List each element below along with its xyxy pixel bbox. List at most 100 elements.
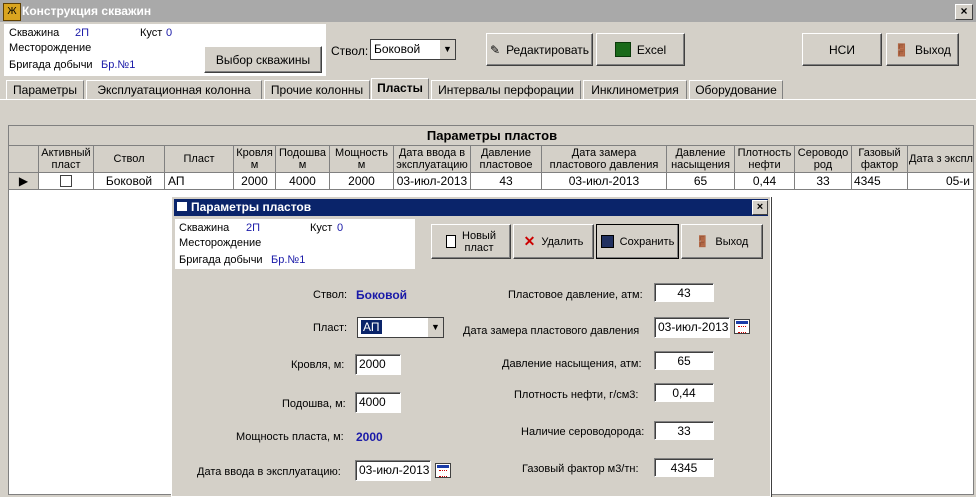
tab-equipment[interactable]: Оборудование [689,80,783,99]
edit-button[interactable]: ✎ Редактировать [486,33,593,66]
table-cell[interactable]: Боковой [94,173,165,190]
dialog-well-value: 2П [246,222,261,234]
tab-label: Пласты [377,81,423,95]
excel-button[interactable]: Excel [596,33,685,66]
saturation-input[interactable]: 65 [654,351,714,370]
table-cell[interactable]: 2000 [330,173,394,190]
exit-button-label: Выход [915,42,951,57]
dialog-cluster-value: 0 [337,222,344,234]
tab-inclinometry[interactable]: Инклинометрия [583,80,687,99]
new-layer-button-label: Новый пласт [462,229,496,254]
pressure-input[interactable]: 43 [654,283,714,302]
density-input[interactable]: 0,44 [654,383,714,402]
chevron-down-icon[interactable]: ▼ [439,40,455,59]
grid-indicator-header [9,146,39,173]
commission-date-input[interactable]: 03-июл-2013 [355,460,431,481]
dialog-close-button[interactable]: × [752,200,768,215]
tab-production-casing[interactable]: Эксплуатационная колонна [86,80,262,99]
dialog-brigade-value: Бр.№1 [271,254,306,266]
tab-label: Параметры [13,83,77,97]
table-cell[interactable]: 4000 [276,173,330,190]
tab-label: Оборудование [695,83,777,97]
well-value: 2П [75,27,90,39]
table-cell[interactable]: 2000 [234,173,276,190]
tab-parameters[interactable]: Параметры [6,80,84,99]
new-document-icon [446,235,457,248]
layer-select[interactable]: АП ▼ [357,317,444,338]
tab-layers[interactable]: Пласты [371,78,429,100]
column-header[interactable]: Дата замера пластового давления [542,146,667,173]
field-label: Месторождение [9,42,92,54]
well-info-panel: Скважина 2П Куст 0 Месторождение Бригада… [4,24,326,76]
column-header[interactable]: Активный пласт [39,146,94,173]
nsi-button-label: НСИ [829,42,855,57]
window-close-button[interactable]: × [955,4,973,20]
table-cell[interactable]: 4345 [852,173,908,190]
column-header[interactable]: Дата з экспл [908,146,973,173]
trunk-select-value: Боковой [374,42,421,56]
column-header[interactable]: Давление насыщения [667,146,735,173]
table-cell[interactable]: АП [165,173,234,190]
active-layer-checkbox[interactable] [60,175,72,187]
delete-button-label: Удалить [541,235,584,248]
tab-label: Прочие колонны [270,83,364,97]
exit-door-icon: 🚪 [695,236,710,248]
tab-label: Эксплуатационная колонна [97,83,251,97]
dialog-trunk-label: Ствол: [313,289,348,301]
exit-button[interactable]: 🚪 Выход [886,33,959,66]
dialog-trunk-value: Боковой [356,288,408,302]
column-header[interactable]: Мощность м [330,146,394,173]
column-header[interactable]: Сероводо род [795,146,852,173]
column-header[interactable]: Давление пластовое [471,146,542,173]
dialog-well-info-panel: Скважина 2П Куст 0 Месторождение Бригада… [175,219,415,269]
delete-button[interactable]: ✕ Удалить [513,224,594,259]
column-header[interactable]: Газовый фактор [852,146,908,173]
dialog-exit-button[interactable]: 🚪 Выход [681,224,763,259]
excel-icon [614,42,631,57]
thickness-label: Мощность пласта, м: [236,431,344,443]
tab-other-casings[interactable]: Прочие колонны [264,80,370,99]
pencil-icon: ✎ [490,42,501,57]
saturation-label: Давление насыщения, атм: [502,358,642,370]
pressure-date-input[interactable]: 03-июл-2013 [654,317,730,338]
thickness-value: 2000 [356,430,383,444]
dialog-icon [177,202,187,211]
table-cell[interactable]: 03-июл-2013 [542,173,667,190]
top-input[interactable]: 2000 [355,354,401,375]
window-title: Конструкция скважин [22,4,152,18]
tab-perforation-intervals[interactable]: Интервалы перфорации [431,80,581,99]
excel-button-label: Excel [636,42,667,57]
save-button-label: Сохранить [619,235,675,248]
save-button[interactable]: Сохранить [596,224,679,259]
table-cell[interactable]: 43 [471,173,542,190]
bottom-input[interactable]: 4000 [355,392,401,413]
column-header[interactable]: Пласт [165,146,234,173]
column-header[interactable]: Ствол [94,146,165,173]
table-cell[interactable]: 33 [795,173,852,190]
column-header[interactable]: Кровля м [234,146,276,173]
well-label: Скважина [9,27,60,39]
column-header[interactable]: Подошва м [276,146,330,173]
table-cell[interactable]: 03-июл-2013 [394,173,471,190]
table-cell[interactable]: 05-и [908,173,973,190]
trunk-label: Ствол: [331,44,369,58]
table-cell[interactable]: 0,44 [735,173,795,190]
trunk-select[interactable]: Боковой ▼ [370,39,456,60]
gas-factor-input[interactable]: 4345 [654,458,714,477]
column-header[interactable]: Плотность нефти [735,146,795,173]
chevron-down-icon[interactable]: ▼ [427,318,443,337]
select-well-button[interactable]: Выбор скважины [204,46,322,73]
app-icon: Ж [3,3,21,21]
cluster-value: 0 [166,27,173,39]
new-layer-button[interactable]: Новый пласт [431,224,511,259]
density-label: Плотность нефти, г/см3: [514,389,639,401]
column-header[interactable]: Дата ввода в эксплуатацию [394,146,471,173]
nsi-button[interactable]: НСИ [802,33,882,66]
calendar-icon[interactable] [435,463,451,478]
active-layer-checkbox-cell[interactable] [39,173,94,190]
h2s-input[interactable]: 33 [654,421,714,440]
table-cell[interactable]: 65 [667,173,735,190]
pressure-date-label: Дата замера пластового давления [463,325,640,337]
h2s-label: Наличие сероводорода: [521,426,645,438]
calendar-icon[interactable] [734,319,750,334]
